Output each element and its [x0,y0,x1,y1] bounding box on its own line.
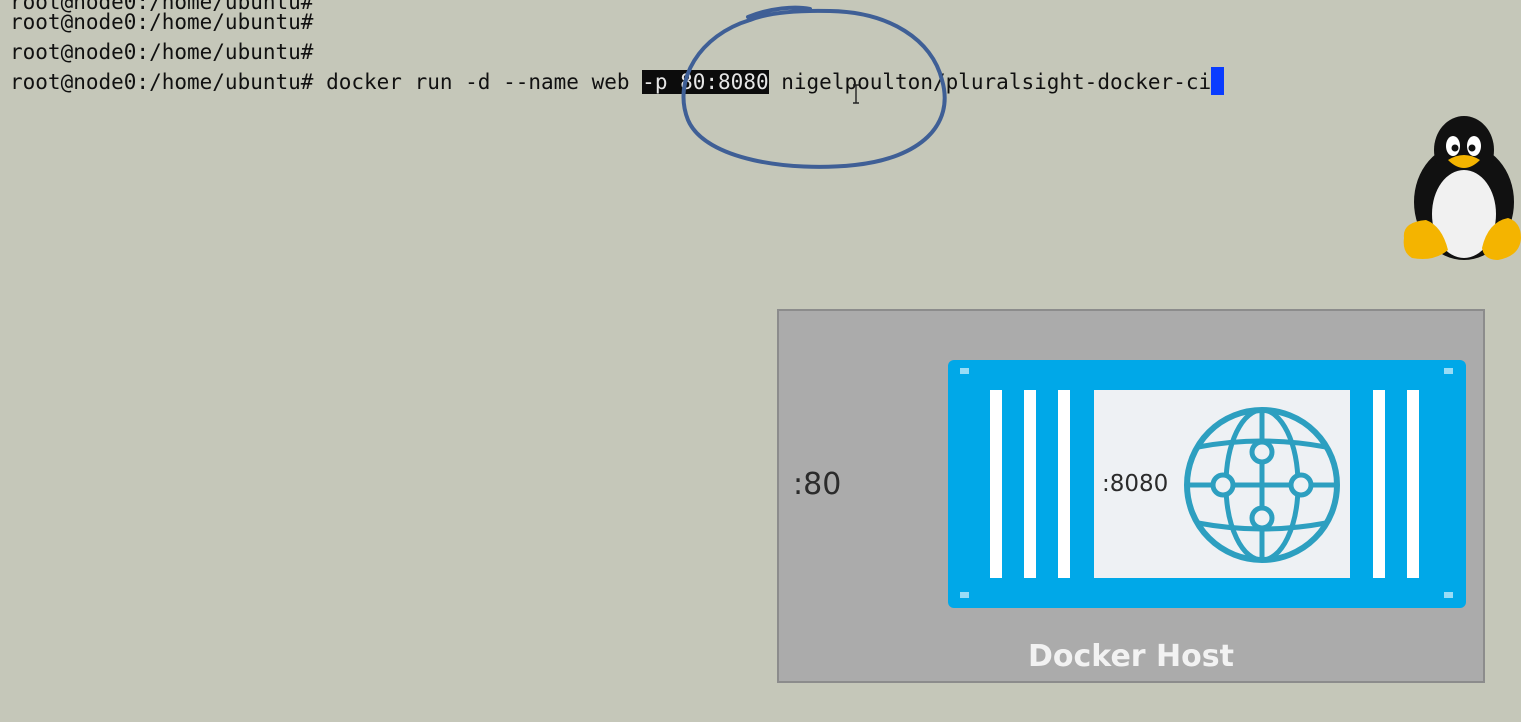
terminal-command-line[interactable]: root@node0:/home/ubuntu# docker run -d -… [10,67,1225,96]
terminal-line: root@node0:/home/ubuntu# [10,40,314,64]
tux-penguin-icon [1403,116,1521,260]
text-ibeam-cursor-icon [853,84,859,104]
command-image-name: nigelpoulton/pluralsight-docker-ci [768,70,1212,94]
selected-port-mapping[interactable]: -p 80:8080 [642,70,769,94]
terminal-prompt: root@node0:/home/ubuntu# [10,70,314,94]
host-port-label: :80 [793,467,842,502]
docker-container-icon [948,360,1466,608]
terminal-cursor [1211,67,1225,95]
command-text: docker run -d --name web [313,70,643,94]
docker-host-box: :80 :8080 Docker Host [777,309,1485,683]
terminal-line: root@node0:/home/ubuntu# [10,10,314,34]
container-port-label: :8080 [1102,471,1169,497]
globe-network-icon [1184,407,1340,563]
docker-host-label: Docker Host [1028,639,1234,674]
